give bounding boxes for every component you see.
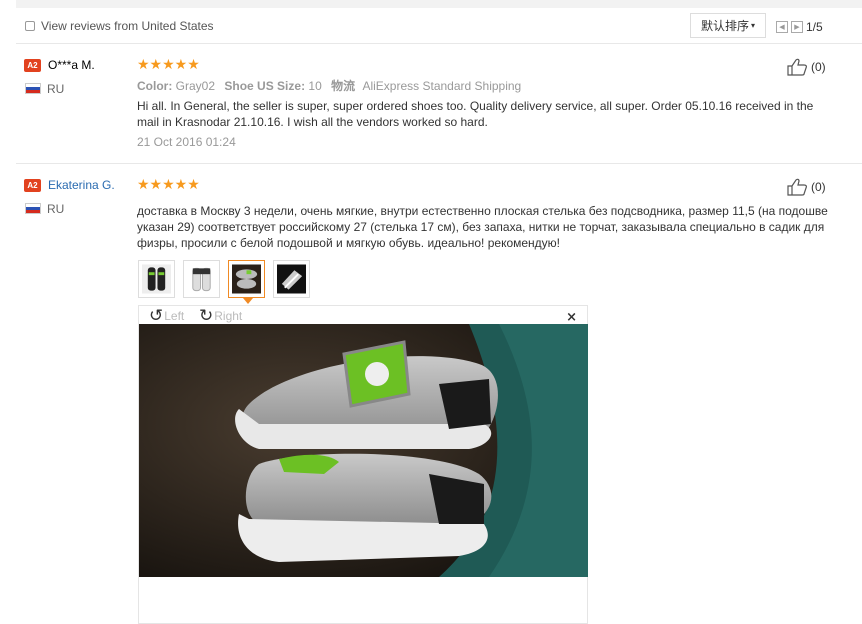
star-rating: ★★★★★ [137, 56, 200, 72]
page-indicator: 1/5 [806, 20, 823, 34]
russia-flag-icon [25, 203, 41, 214]
review-date: 21 Oct 2016 01:24 [137, 135, 236, 149]
review-text: Hi all. In General, the seller is super,… [137, 99, 814, 129]
rotate-right-button[interactable]: ↻ Right [199, 306, 243, 326]
photo-thumbnail[interactable] [183, 260, 220, 298]
russia-flag-icon [25, 83, 41, 94]
rotate-left-icon: ↺ [149, 306, 164, 326]
filter-checkbox[interactable] [25, 21, 35, 31]
photo-thumbnail-image [277, 264, 306, 294]
photo-thumbnail[interactable] [138, 260, 175, 298]
helpful-button[interactable]: (0) [787, 58, 826, 76]
order-info: Color: Gray02 Shoe US Size: 10 物流 AliExp… [137, 77, 521, 94]
rotate-right-label: Right [214, 309, 243, 323]
prev-page-button[interactable]: ◀ [776, 21, 788, 33]
photo-thumbnail-image [142, 264, 171, 294]
photo-viewer: ↺ Left ↻ Right × [138, 305, 588, 624]
sort-label: 默认排序 [700, 19, 749, 33]
reviewer-country: RU [47, 82, 65, 96]
photo-thumbnail[interactable] [273, 260, 310, 298]
top-shadow [16, 0, 862, 8]
buyer-level-badge: A2 [24, 59, 41, 72]
size-value: 10 [308, 79, 322, 93]
shipping-method: AliExpress Standard Shipping [362, 79, 522, 93]
review-item: A2 Ekaterina G. RU ★★★★★ (0) доставка в … [16, 166, 862, 624]
review-toolbar: View reviews from United States 默认排序 ▾ ◀… [16, 8, 862, 44]
selected-indicator [243, 298, 253, 304]
filter-label: View reviews from United States [41, 19, 214, 33]
photo-thumbnail-image [187, 264, 216, 294]
helpful-count: (0) [811, 60, 826, 74]
thumbs-up-icon [787, 178, 807, 196]
buyer-level-badge: A2 [24, 179, 41, 192]
review-photo-strip [138, 260, 310, 304]
photo-thumbnail-selected[interactable] [228, 260, 265, 304]
logistics-icon: 物流 [331, 79, 356, 93]
review-text: доставка в Москву 3 недели, очень мягкие… [137, 204, 828, 250]
color-label: Color: [137, 79, 173, 93]
helpful-button[interactable]: (0) [787, 178, 826, 196]
reviewer-name[interactable]: Ekaterina G. [48, 178, 115, 192]
country-filter[interactable]: View reviews from United States [25, 19, 214, 33]
rotate-left-label: Left [164, 309, 185, 323]
size-label: Shoe US Size: [224, 79, 306, 93]
reviewer-name: O***a M. [48, 58, 95, 72]
star-rating: ★★★★★ [137, 176, 200, 192]
rotate-left-button[interactable]: ↺ Left [149, 306, 185, 326]
helpful-count: (0) [811, 180, 826, 194]
review-item: A2 O***a M. RU ★★★★★ (0) Color: Gray02 S… [16, 46, 862, 164]
chevron-down-icon: ▾ [751, 21, 756, 30]
rotate-right-icon: ↻ [199, 306, 214, 326]
color-value: Gray02 [175, 79, 216, 93]
pagination: ◀ ▶ 1/5 [776, 20, 823, 34]
review-photo [139, 324, 588, 577]
sort-dropdown[interactable]: 默认排序 ▾ [690, 13, 766, 38]
next-page-button[interactable]: ▶ [791, 21, 803, 33]
close-icon[interactable]: × [566, 310, 577, 325]
photo-thumbnail-image [232, 264, 261, 294]
thumbs-up-icon [787, 58, 807, 76]
reviewer-country: RU [47, 202, 65, 216]
